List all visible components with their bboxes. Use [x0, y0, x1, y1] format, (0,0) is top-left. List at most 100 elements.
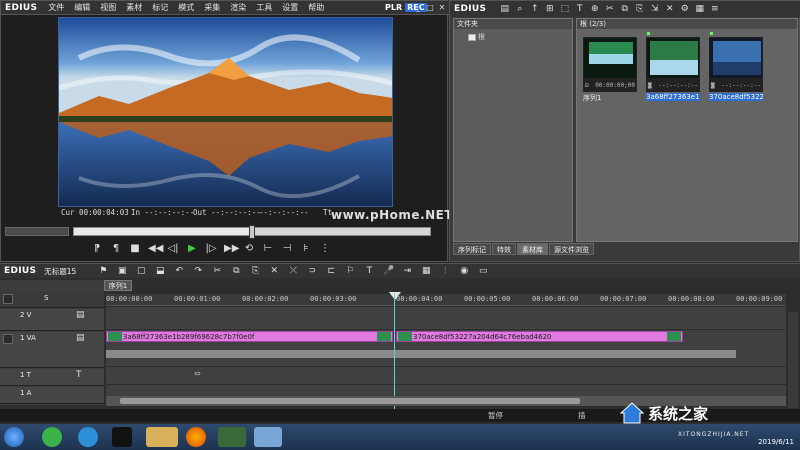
up-folder-icon[interactable]: ↑ — [530, 4, 539, 14]
firefox-icon[interactable] — [186, 427, 206, 447]
save-icon[interactable]: ⬓ — [155, 266, 165, 276]
properties-icon[interactable]: ⚙ — [680, 4, 689, 14]
loop-icon[interactable]: ⟲ — [243, 242, 255, 256]
track-lanes[interactable]: 3a68ff27363e1b289f69628c7b7f0e0f 370ace8… — [106, 307, 786, 405]
qq-icon[interactable] — [112, 427, 132, 447]
open-icon[interactable]: ⬚ — [560, 4, 570, 14]
layout-icon[interactable]: ▭ — [478, 266, 488, 276]
clip-item[interactable]: ◙ --:--:--:-- 3a68ff27363e1b... — [646, 32, 700, 101]
copy-icon[interactable]: ⧉ — [231, 266, 241, 276]
stop-icon[interactable]: ■ — [129, 242, 141, 256]
record-icon[interactable]: ◉ — [459, 266, 469, 276]
menu-file[interactable]: 文件 — [43, 2, 69, 13]
menu-tools[interactable]: 工具 — [251, 2, 277, 13]
menu-marker[interactable]: 标记 — [147, 2, 173, 13]
lane-1va[interactable]: 3a68ff27363e1b289f69628c7b7f0e0f 370ace8… — [106, 330, 786, 366]
set-in-icon[interactable]: ⁋ — [91, 242, 103, 256]
more-icon[interactable]: ⋮ — [319, 242, 331, 256]
mic-icon[interactable]: 🎤 — [383, 266, 394, 276]
new-folder-icon[interactable]: ⊞ — [545, 4, 554, 14]
copy-icon[interactable]: ⧉ — [620, 4, 629, 14]
rewind-icon[interactable]: ◀◀ — [148, 242, 163, 256]
delete-icon[interactable]: ✕ — [665, 4, 674, 14]
undo-icon[interactable]: ↶ — [174, 266, 184, 276]
insert-icon[interactable]: ⊢ — [262, 242, 274, 256]
add-title-icon[interactable]: T — [364, 266, 374, 276]
mixer-icon[interactable]: ⫶ — [440, 266, 450, 276]
tab-sequence-markers[interactable]: 序列标记 — [453, 243, 491, 255]
group-icon[interactable]: ⊏ — [326, 266, 336, 276]
scrub-track[interactable] — [73, 225, 431, 239]
fast-forward-icon[interactable]: ▶▶ — [224, 242, 239, 256]
play-icon[interactable]: ▶ — [186, 242, 198, 256]
folder-icon[interactable]: ▤ — [500, 4, 510, 14]
split-icon[interactable]: ⊧ — [300, 242, 312, 256]
redo-icon[interactable]: ↷ — [193, 266, 203, 276]
menu-view[interactable]: 视图 — [95, 2, 121, 13]
tab-source-browser[interactable]: 源文件浏览 — [549, 243, 594, 255]
browser-icon[interactable] — [42, 427, 62, 447]
lane-2v[interactable] — [106, 307, 786, 329]
clip-item[interactable]: ◙ --:--:--:-- 370ace8df53227... — [709, 32, 763, 101]
tab-sequence[interactable]: 序列1 — [104, 280, 132, 291]
track-header-1t[interactable]: 1 T T — [0, 369, 104, 386]
delete-icon[interactable]: ✕ — [269, 266, 279, 276]
menu-mode[interactable]: 模式 — [173, 2, 199, 13]
scrub-bar[interactable] — [5, 224, 445, 239]
track-header-1va[interactable]: 1 VA ▤ — [0, 332, 104, 368]
menu-clip[interactable]: 素材 — [121, 2, 147, 13]
ripple-delete-icon[interactable]: ⤫ — [288, 266, 298, 276]
edius-icon[interactable] — [218, 427, 246, 447]
minimize-icon[interactable]: _ — [413, 3, 423, 13]
list-icon[interactable]: ≡ — [710, 4, 719, 14]
sync-lock-icon[interactable] — [3, 294, 13, 304]
step-back-icon[interactable]: ◁| — [167, 242, 179, 256]
timeline-clip[interactable]: 370ace8df53227a204d64c76ebad4620 — [396, 331, 683, 342]
menu-capture[interactable]: 采集 — [199, 2, 225, 13]
timeline-clip[interactable]: 3a68ff27363e1b289f69628c7b7f0e0f — [106, 331, 393, 342]
cut-icon[interactable]: ✂ — [605, 4, 614, 14]
razor-icon[interactable]: ✂ — [212, 266, 222, 276]
menu-edit[interactable]: 编辑 — [69, 2, 95, 13]
maximize-icon[interactable]: □ — [425, 3, 435, 13]
tab-effects[interactable]: 特效 — [492, 243, 516, 255]
playhead-marker[interactable] — [389, 292, 401, 300]
file-explorer-icon[interactable] — [146, 427, 178, 447]
lane-1t[interactable]: ⇔ — [106, 367, 786, 384]
paste-icon[interactable]: ⎘ — [250, 266, 260, 276]
track-toggle-icon[interactable] — [3, 334, 13, 344]
scrub-handle[interactable] — [249, 225, 255, 239]
paste-icon[interactable]: ⎘ — [635, 4, 644, 14]
folder-root[interactable]: 根 — [468, 32, 572, 42]
grid-icon[interactable]: ▦ — [421, 266, 431, 276]
ie-icon[interactable] — [78, 427, 98, 447]
tab-bin[interactable]: 素材库 — [517, 243, 548, 255]
timeline-ruler[interactable]: 00:00:00:00 00:00:01:00 00:00:02:00 00:0… — [106, 294, 786, 306]
start-icon[interactable] — [4, 427, 24, 447]
step-forward-icon[interactable]: |▷ — [205, 242, 217, 256]
view-icon[interactable]: ▦ — [695, 4, 705, 14]
plr-button[interactable]: PLR — [383, 3, 404, 12]
export-icon[interactable]: ⇥ — [402, 266, 412, 276]
open-project-icon[interactable]: ▢ — [136, 266, 146, 276]
menu-render[interactable]: 渲染 — [225, 2, 251, 13]
set-out-icon[interactable]: ¶ — [110, 242, 122, 256]
overwrite-icon[interactable]: ⊣ — [281, 242, 293, 256]
track-header-2v[interactable]: 2 V ▤ — [0, 309, 104, 331]
app-window-icon[interactable] — [254, 427, 282, 447]
new-sequence-icon[interactable]: ▣ — [117, 266, 127, 276]
add-to-timeline-icon[interactable]: ⇲ — [650, 4, 659, 14]
marker-icon[interactable]: ⚐ — [345, 266, 355, 276]
search-icon[interactable]: ⌕ — [515, 4, 524, 14]
add-clip-icon[interactable]: ⊕ — [590, 4, 599, 14]
title-icon[interactable]: T — [575, 4, 584, 14]
vertical-scrollbar[interactable] — [788, 312, 798, 408]
close-icon[interactable]: ✕ — [437, 3, 447, 13]
menu-settings[interactable]: 设置 — [277, 2, 303, 13]
horizontal-scroll-thumb[interactable] — [120, 398, 580, 404]
menu-help[interactable]: 帮助 — [303, 2, 329, 13]
track-header-1a[interactable]: 1 A — [0, 387, 104, 404]
mode-icon[interactable]: ⚑ — [98, 266, 108, 276]
clip-item[interactable]: ⊟ 00:00:00;00 序列1 — [583, 37, 637, 103]
link-icon[interactable]: ⊃ — [307, 266, 317, 276]
